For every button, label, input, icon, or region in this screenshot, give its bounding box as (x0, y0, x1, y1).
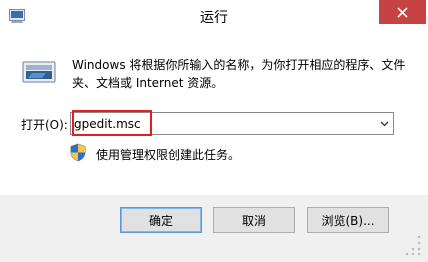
command-input[interactable] (74, 114, 374, 133)
chevron-down-icon[interactable] (377, 115, 391, 132)
shield-icon (70, 143, 86, 162)
description-text: Windows 将根据你所输入的名称，为你打开相应的程序、文件夹、文档或 Int… (72, 58, 406, 90)
cancel-button[interactable]: 取消 (213, 207, 295, 233)
run-dialog: 运行 Windows 将根据你所输入的名称，为你打开相应的程序、文件夹、文档或 … (0, 0, 428, 262)
open-label: 打开(O): (21, 118, 68, 132)
ok-button[interactable]: 确定 (120, 207, 202, 233)
close-icon (397, 6, 408, 18)
browse-button[interactable]: 浏览(B)... (307, 207, 389, 233)
window-title: 运行 (200, 10, 228, 26)
run-program-icon (22, 61, 56, 83)
admin-notice: 使用管理权限创建此任务。 (96, 148, 241, 162)
close-button[interactable] (379, 0, 426, 24)
resize-grip-icon[interactable] (404, 234, 422, 256)
command-combobox[interactable] (70, 112, 394, 135)
title-bar[interactable]: 运行 (0, 0, 428, 32)
